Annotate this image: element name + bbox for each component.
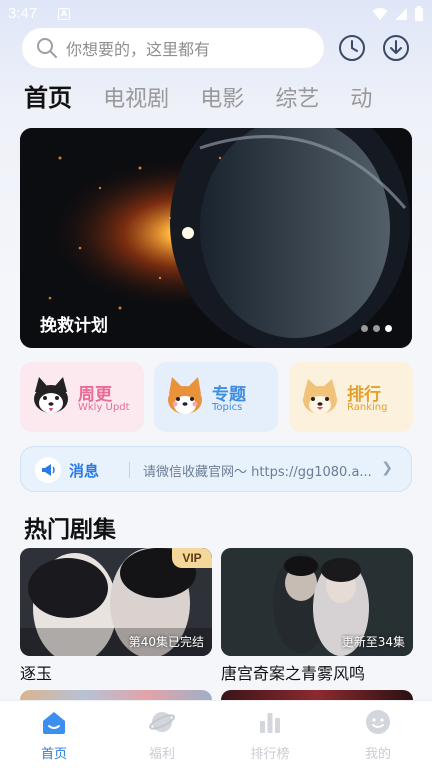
status-icons	[372, 6, 424, 22]
battery-icon	[415, 6, 423, 21]
notice-text: 请微信收藏官网～ https://gg1080.a...	[143, 465, 372, 480]
carousel-dot[interactable]	[361, 325, 368, 332]
bottom-navigation: 首页 福利 排行榜 我的	[0, 700, 432, 768]
nav-label: 首页	[40, 747, 67, 762]
status-bar: 3:47 A	[0, 0, 432, 28]
status-time: 3:47	[8, 5, 38, 22]
tab-home[interactable]: 首页	[24, 78, 72, 113]
husky-dog-icon	[34, 377, 68, 413]
notice-divider	[129, 462, 130, 478]
carousel-dots	[361, 325, 392, 332]
history-icon[interactable]	[338, 34, 366, 62]
corgi-dog-icon	[168, 377, 202, 414]
drama-title[interactable]: 逐玉	[20, 660, 52, 684]
chevron-right-icon: ❯	[381, 460, 393, 476]
hero-banner[interactable]: 挽救计划	[20, 128, 412, 348]
notice-bar[interactable]: 消息 请微信收藏官网～ https://gg1080.a... ❯	[20, 446, 412, 492]
search-row: 你想要的，这里都有	[20, 28, 420, 68]
category-topics[interactable]: 专题 Topics	[154, 362, 278, 432]
smiley-face-icon	[366, 710, 390, 734]
home-icon	[43, 712, 65, 734]
nav-profile[interactable]: 我的	[324, 709, 432, 762]
shiba-dog-icon	[303, 379, 337, 414]
nav-label: 福利	[148, 747, 175, 762]
banner-title: 挽救计划	[40, 316, 108, 336]
drama-title[interactable]: 唐宫奇案之青雾风鸣	[221, 660, 365, 684]
tab-variety[interactable]: 综艺	[275, 81, 319, 113]
category-subtitle: Wkly Updt	[78, 402, 130, 413]
nav-label: 排行榜	[250, 747, 290, 762]
category-ranking[interactable]: 排行 Ranking	[289, 362, 413, 432]
category-weekly[interactable]: 周更 Wkly Updt	[20, 362, 144, 432]
category-tabs: 首页 电视剧 电影 综艺 动	[24, 78, 424, 114]
category-subtitle: Topics	[212, 402, 243, 413]
megaphone-icon	[35, 457, 61, 483]
nav-rankings[interactable]: 排行榜	[216, 709, 324, 762]
bar-chart-icon	[260, 713, 280, 733]
carousel-dot-active[interactable]	[385, 325, 392, 332]
tab-anime[interactable]: 动	[350, 81, 372, 113]
download-icon[interactable]	[382, 34, 410, 62]
drama-card[interactable]: VIP 第40集已完结	[20, 548, 212, 656]
search-input[interactable]: 你想要的，这里都有	[22, 28, 324, 68]
planet-icon	[149, 712, 175, 732]
nav-label: 我的	[364, 747, 391, 762]
drama-card[interactable]: 更新至34集	[221, 548, 413, 656]
tab-tv[interactable]: 电视剧	[103, 81, 169, 113]
carousel-dot[interactable]	[373, 325, 380, 332]
section-title: 热门剧集	[24, 517, 116, 543]
episode-badge: 第40集已完结	[128, 635, 204, 649]
notice-label: 消息	[69, 462, 100, 480]
search-icon	[37, 38, 57, 58]
episode-badge: 更新至34集	[341, 635, 405, 649]
vip-badge: VIP	[172, 548, 212, 568]
signal-icon	[395, 8, 407, 20]
nav-home[interactable]: 首页	[0, 709, 108, 762]
search-placeholder: 你想要的，这里都有	[66, 40, 211, 59]
tab-movie[interactable]: 电影	[200, 81, 244, 113]
category-subtitle: Ranking	[347, 402, 388, 413]
wifi-icon	[372, 8, 388, 20]
nav-welfare[interactable]: 福利	[108, 709, 216, 762]
notification-icon: A	[58, 8, 70, 20]
